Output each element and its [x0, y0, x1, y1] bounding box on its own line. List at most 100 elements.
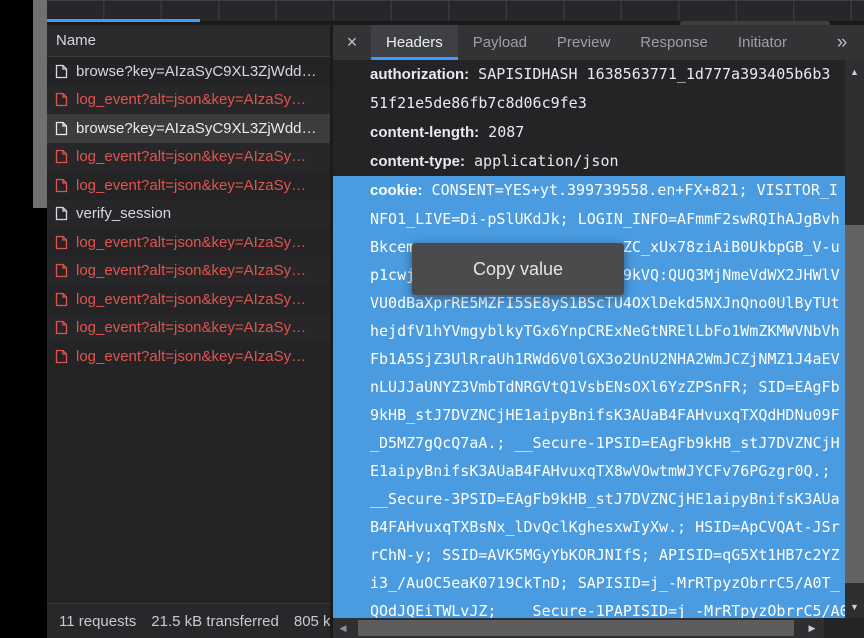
file-icon [55, 235, 68, 250]
overview-selection-indicator [47, 19, 200, 22]
request-row[interactable]: log_event?alt=json&key=AIzaSy… [47, 285, 330, 314]
header-name: authorization: [370, 66, 469, 83]
cookie-line: _D5MZ7gQcQ7aA.; __Secure-1PSID=EAgFb9kHB… [333, 429, 845, 457]
name-column-header[interactable]: Name [47, 25, 330, 57]
request-list-panel: Name browse?key=AIzaSyC9XL3ZjWdd… log_ev… [47, 25, 330, 638]
transferred-size: 21.5 kB transferred [151, 613, 279, 630]
details-tabs: Headers Payload Preview Response Initiat… [371, 25, 802, 60]
tab-payload[interactable]: Payload [458, 25, 542, 60]
tab-initiator[interactable]: Initiator [723, 25, 802, 60]
file-icon [55, 178, 68, 193]
details-tab-bar: × Headers Payload Preview Response Initi… [333, 25, 864, 60]
file-icon [55, 320, 68, 335]
header-value: application/json [465, 152, 619, 170]
file-icon [55, 263, 68, 278]
header-value: 51f21e5de86fb7c8d06c9fe3 [370, 94, 587, 112]
file-icon [55, 206, 68, 221]
scroll-up-icon[interactable]: ▲ [845, 63, 864, 80]
request-row[interactable]: log_event?alt=json&key=AIzaSy… [47, 143, 330, 172]
request-list: browse?key=AIzaSyC9XL3ZjWdd… log_event?a… [47, 57, 330, 603]
scrollbar-corner [824, 618, 864, 638]
header-name: content-length: [370, 124, 479, 141]
vertical-scrollbar-thumb[interactable] [845, 225, 864, 583]
request-details-panel: × Headers Payload Preview Response Initi… [333, 25, 864, 638]
horizontal-scrollbar-thumb[interactable] [358, 620, 794, 636]
copy-value-button[interactable]: Copy value [412, 243, 624, 295]
cookie-line-text: hejdfV1hYVmgyblkyTGx6YnpCRExNeGtNRElLbFo… [370, 322, 840, 340]
cookie-line: NFO1_LIVE=Di-pSlUKdJk; LOGIN_INFO=AFmmF2… [333, 205, 845, 233]
scroll-down-icon[interactable]: ▼ [845, 598, 864, 615]
close-icon: × [347, 32, 358, 53]
request-name: log_event?alt=json&key=AIzaSy… [76, 91, 306, 108]
request-row[interactable]: log_event?alt=json&key=AIzaSy… [47, 228, 330, 257]
chevron-double-right-icon: » [837, 32, 848, 54]
file-icon [55, 292, 68, 307]
header-line: authorization: SAPISIDHASH 1638563771_1d… [333, 60, 845, 89]
cookie-line: B4FAHvuxqTXBsNx_lDvQclKghesxwIyXw.; HSID… [333, 513, 845, 541]
request-row[interactable]: log_event?alt=json&key=AIzaSy… [47, 342, 330, 371]
header-name: content-type: [370, 153, 465, 170]
cookie-line-text: _D5MZ7gQcQ7aA.; __Secure-1PSID=EAgFb9kHB… [370, 434, 840, 452]
request-name: browse?key=AIzaSyC9XL3ZjWdd… [76, 63, 317, 80]
cookie-line: E1aipyBnifsK3AUaB4FAHvuxqTX8wVOwtmWJYCFv… [333, 457, 845, 485]
request-name: log_event?alt=json&key=AIzaSy… [76, 148, 306, 165]
request-row[interactable]: log_event?alt=json&key=AIzaSy… [47, 86, 330, 115]
close-details-button[interactable]: × [333, 25, 371, 60]
tab-label: Response [640, 34, 708, 51]
request-count: 11 requests [59, 613, 136, 630]
file-icon [55, 121, 68, 136]
vertical-scrollbar[interactable]: ▲ ▼ [845, 60, 864, 618]
headers-content: authorization: SAPISIDHASH 1638563771_1d… [333, 60, 845, 618]
request-row[interactable]: log_event?alt=json&key=AIzaSy… [47, 171, 330, 200]
header-value: 2087 [479, 123, 524, 141]
request-row[interactable]: verify_session [47, 200, 330, 229]
scroll-left-icon[interactable]: ◀ [335, 618, 351, 638]
name-column-label: Name [56, 32, 96, 49]
request-name: log_event?alt=json&key=AIzaSy… [76, 348, 306, 365]
scroll-right-icon[interactable]: ▶ [804, 618, 820, 638]
file-icon [55, 149, 68, 164]
cookie-line: cookie: CONSENT=YES+yt.399739558.en+FX+8… [333, 176, 845, 205]
file-icon [55, 64, 68, 79]
cookie-line-text: __Secure-3PSID=EAgFb9kHB_stJ7DVZNCjHE1ai… [370, 490, 840, 508]
more-tabs-button[interactable]: » [820, 25, 864, 60]
cookie-line-text: 9kHB_stJ7DVZNCjHE1aipyBnifsK3AUaB4FAHvux… [370, 406, 840, 424]
cookie-line-text: E1aipyBnifsK3AUaB4FAHvuxqTX8wVOwtmWJYCFv… [370, 462, 831, 480]
cookie-line: QOdJQEiTWLvJZ; __Secure-1PAPISID=j_-MrRT… [333, 597, 845, 618]
tab-preview[interactable]: Preview [542, 25, 625, 60]
cookie-line: nLUJJaUNYZ3VmbTdNRGVtQ1VsbENsOXl6YzZPSnF… [333, 373, 845, 401]
request-row[interactable]: browse?key=AIzaSyC9XL3ZjWdd… [47, 114, 330, 143]
request-name: log_event?alt=json&key=AIzaSy… [76, 291, 306, 308]
cookie-line: i3_/AuOC5eaK0719CkTnD; SAPISID=j_-MrRTpy… [333, 569, 845, 597]
page-scrollbar-thumb[interactable] [33, 0, 47, 208]
file-icon [55, 349, 68, 364]
request-name: log_event?alt=json&key=AIzaSy… [76, 234, 306, 251]
cookie-line: __Secure-3PSID=EAgFb9kHB_stJ7DVZNCjHE1ai… [333, 485, 845, 513]
network-status-bar: 11 requests 21.5 kB transferred 805 k [47, 603, 330, 638]
cookie-line: 9kHB_stJ7DVZNCjHE1aipyBnifsK3AUaB4FAHvux… [333, 401, 845, 429]
tab-label: Headers [386, 34, 443, 51]
cookie-line: rChN-y; SSID=AVK5MGyYbKORJNIfS; APISID=q… [333, 541, 845, 569]
request-row[interactable]: browse?key=AIzaSyC9XL3ZjWdd… [47, 57, 330, 86]
request-name: log_event?alt=json&key=AIzaSy… [76, 319, 306, 336]
tab-headers[interactable]: Headers [371, 25, 458, 60]
header-line: content-length: 2087 [333, 118, 845, 147]
request-row[interactable]: log_event?alt=json&key=AIzaSy… [47, 257, 330, 286]
copy-value-label: Copy value [473, 259, 563, 280]
cookie-line: hejdfV1hYVmgyblkyTGx6YnpCRExNeGtNRElLbFo… [333, 317, 845, 345]
tab-response[interactable]: Response [625, 25, 723, 60]
tab-label: Initiator [738, 34, 787, 51]
cookie-header-name: cookie: [370, 182, 423, 199]
request-row[interactable]: log_event?alt=json&key=AIzaSy… [47, 314, 330, 343]
cookie-line-text: i3_/AuOC5eaK0719CkTnD; SAPISID=j_-MrRTpy… [370, 574, 840, 592]
header-lines: authorization: SAPISIDHASH 1638563771_1d… [333, 60, 845, 176]
cookie-line-text: QOdJQEiTWLvJZ; __Secure-1PAPISID=j_-MrRT… [370, 602, 845, 618]
resources-size: 805 k [294, 613, 330, 630]
cookie-line-text: VU0dBaXprRE5MZFI5SE8yS1BScTU4OXlDekd5NXJ… [370, 294, 840, 312]
horizontal-scrollbar[interactable]: ◀ ▶ [333, 618, 824, 638]
cookie-line-text: NFO1_LIVE=Di-pSlUKdJk; LOGIN_INFO=AFmmF2… [370, 210, 840, 228]
cookie-line-text: Fb1A5SjZ3UlRraUh1RWd6V0lGX3o2UnU2NHA2WmJ… [370, 350, 840, 368]
header-line: content-type: application/json [333, 147, 845, 176]
tab-label: Preview [557, 34, 610, 51]
header-value: SAPISIDHASH 1638563771_1d777a393405b6b3 [469, 65, 830, 83]
